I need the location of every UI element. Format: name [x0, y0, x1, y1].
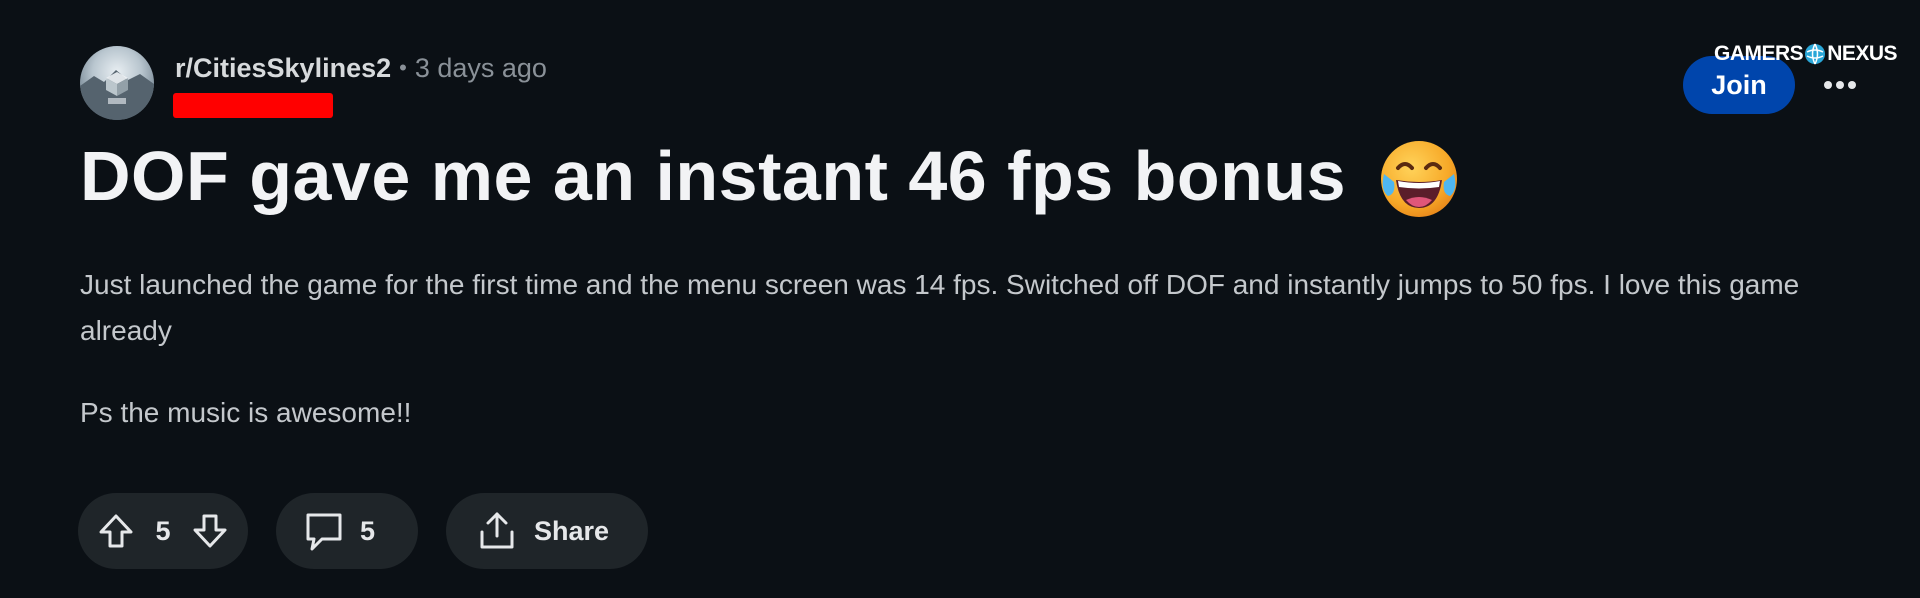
post-body-paragraph: Ps the music is awesome!! — [80, 397, 412, 428]
post-action-bar: 5 5 Share — [78, 493, 648, 569]
post-meta: r/CitiesSkylines2 • 3 days ago — [175, 48, 547, 88]
vote-control: 5 — [78, 493, 248, 569]
share-icon — [476, 510, 518, 552]
watermark-text-left: GAMERS — [1714, 42, 1804, 65]
redacted-username-bar — [173, 93, 333, 118]
gamers-nexus-watermark: GAMERS NEXUS — [1714, 42, 1898, 66]
watermark-text-right: NEXUS — [1827, 42, 1898, 65]
downvote-icon[interactable] — [190, 511, 230, 551]
share-label: Share — [534, 515, 610, 546]
post-title-text: DOF gave me an instant 46 fps bonus — [80, 137, 1347, 215]
globe-icon — [1804, 43, 1826, 65]
ellipsis-icon[interactable] — [1820, 78, 1860, 92]
comment-count: 5 — [360, 515, 376, 546]
reddit-post: r/CitiesSkylines2 • 3 days ago DOF gave … — [0, 0, 1920, 598]
face-with-tears-of-joy-icon — [1378, 138, 1460, 220]
post-timestamp: 3 days ago — [414, 52, 547, 83]
share-button[interactable]: Share — [446, 493, 648, 569]
post-title[interactable]: DOF gave me an instant 46 fps bonus — [80, 135, 1460, 217]
post-body: Just launched the game for the first tim… — [80, 262, 1840, 472]
comments-button[interactable]: 5 — [276, 493, 418, 569]
meta-separator: • — [399, 55, 407, 80]
subreddit-name[interactable]: r/CitiesSkylines2 — [175, 53, 391, 84]
post-body-paragraph: Just launched the game for the first tim… — [80, 269, 1800, 346]
comment-icon — [302, 509, 346, 553]
subreddit-avatar[interactable] — [80, 46, 154, 120]
upvote-icon[interactable] — [96, 511, 136, 551]
vote-count: 5 — [155, 515, 171, 546]
